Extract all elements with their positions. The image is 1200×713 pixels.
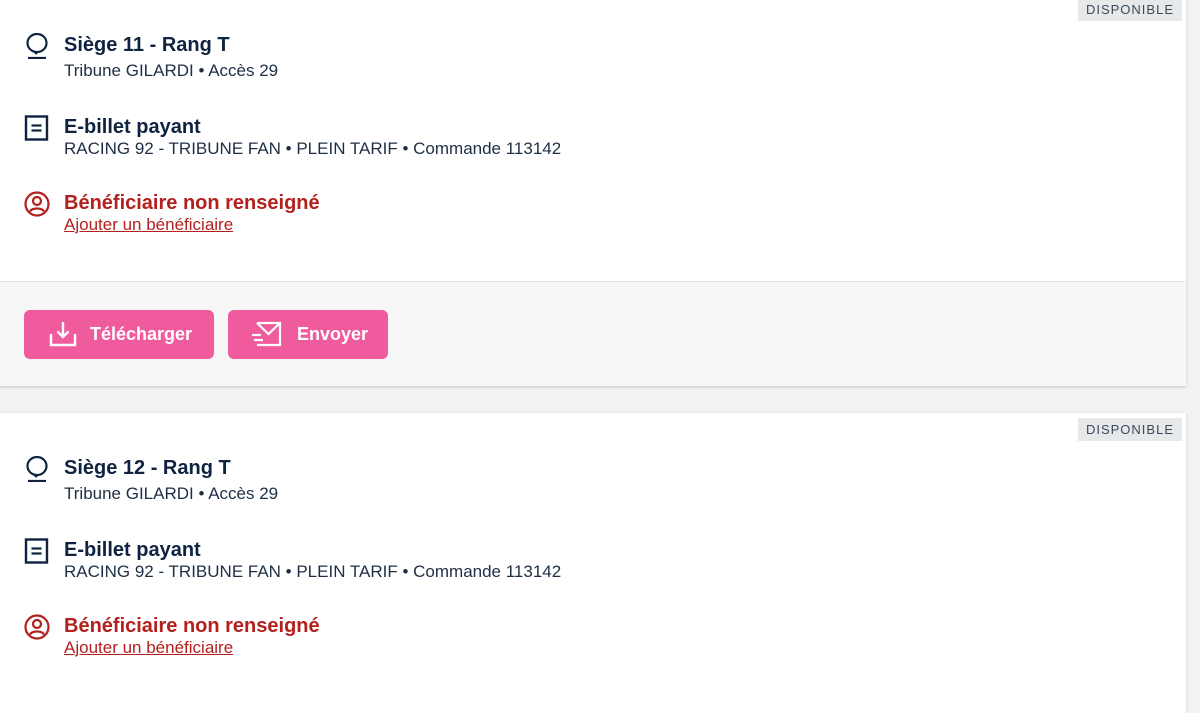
ticket-card: DISPONIBLE Siège 11 - Rang T Tribune GIL… [0,0,1186,386]
seat-subtitle: Tribune GILARDI • Accès 29 [64,484,279,503]
seat-subtitle: Tribune GILARDI • Accès 29 [64,61,279,80]
beneficiary-title: Bénéficiaire non renseigné [64,615,320,637]
ticket-type-subtitle: RACING 92 - TRIBUNE FAN • PLEIN TARIF • … [64,139,562,158]
user-circle-icon [24,191,50,217]
ticket-actions: Télécharger Envoyer [0,281,1186,386]
status-badge: DISPONIBLE [1077,0,1182,21]
ticket-type-title: E-billet payant [64,116,201,138]
ticket-card: DISPONIBLE Siège 12 - Rang T Tribune GIL… [0,413,1186,713]
ticket-type-title: E-billet payant [64,539,201,561]
send-label: Envoyer [297,324,369,344]
document-icon [24,115,49,141]
user-circle-icon [24,614,50,640]
map-pin-icon [26,456,48,482]
send-button[interactable]: Envoyer [228,310,388,359]
beneficiary-title: Bénéficiaire non renseigné [64,192,320,214]
map-pin-icon [26,33,48,59]
download-icon [49,322,77,347]
status-badge: DISPONIBLE [1077,418,1182,441]
envelope-icon [252,321,282,347]
seat-title: Siège 11 - Rang T [64,34,230,56]
add-beneficiary-link[interactable]: Ajouter un bénéficiaire [64,215,233,235]
download-button[interactable]: Télécharger [24,310,214,359]
document-icon [24,538,49,564]
add-beneficiary-link[interactable]: Ajouter un bénéficiaire [64,638,233,658]
download-label: Télécharger [90,324,193,344]
seat-title: Siège 12 - Rang T [64,457,231,479]
ticket-type-subtitle: RACING 92 - TRIBUNE FAN • PLEIN TARIF • … [64,562,562,581]
